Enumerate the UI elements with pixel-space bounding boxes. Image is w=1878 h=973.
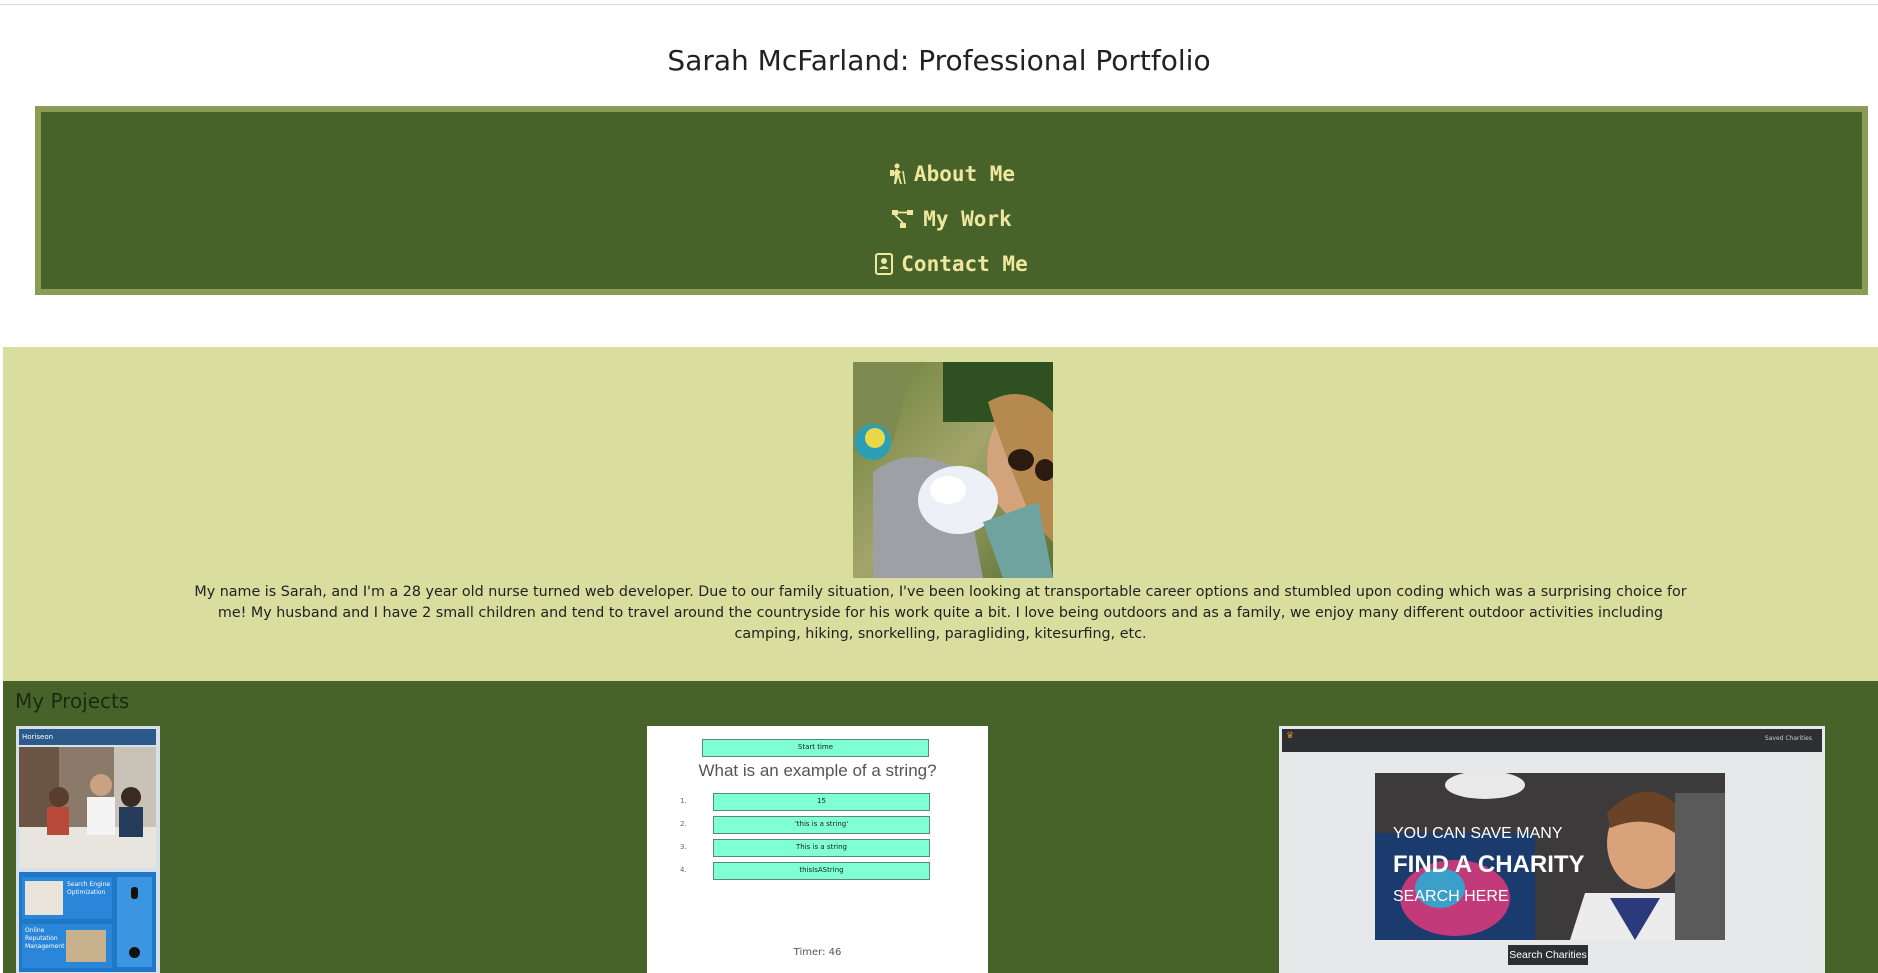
seo-heading: Search Engine Optimization (67, 881, 111, 896)
nav-my-work[interactable]: My Work (41, 207, 1862, 235)
project-card-charity[interactable]: ♛ Saved Charities YOU CAN SAVE MANY FIND… (1279, 726, 1825, 973)
quiz-answer-1[interactable]: 15 (713, 793, 930, 811)
sidebar-icon-1 (131, 887, 138, 899)
horiseon-content: Search Engine Optimization Online Reputa… (19, 872, 156, 972)
charity-hero-headline: FIND A CHARITY (1393, 851, 1585, 878)
horiseon-sidebar (117, 877, 152, 967)
sitemap-icon (891, 208, 915, 235)
charity-navbar: ♛ Saved Charities (1282, 729, 1822, 752)
bio-text: My name is Sarah, and I'm a 28 year old … (194, 584, 1687, 642)
quiz-number-3: 3. (680, 843, 687, 851)
quiz-question: What is an example of a string? (698, 761, 937, 780)
quiz-start-button[interactable]: Start time (702, 739, 929, 757)
saved-charities-link[interactable]: Saved Charities (1765, 735, 1812, 742)
main-nav: About Me My Work Contact Me (35, 106, 1868, 295)
charity-hero-line3: SEARCH HERE (1393, 888, 1509, 905)
quiz-number-4: 4. (680, 866, 687, 874)
nav-about-me-label: About Me (913, 162, 1016, 186)
quiz-number-2: 2. (680, 820, 687, 828)
seo-thumbnail (25, 881, 63, 915)
search-charities-button[interactable]: Search Charities (1508, 945, 1588, 965)
projects-heading: My Projects (15, 689, 130, 713)
horiseon-brand: Horiseon (19, 729, 156, 745)
profile-photo (853, 362, 1053, 578)
quiz-timer: Timer: 46 (793, 947, 842, 958)
nav-contact-me-label: Contact Me (901, 252, 1028, 276)
hiking-icon (888, 163, 906, 190)
orm-thumbnail (66, 930, 106, 962)
about-section: My name is Sarah, and I'm a 28 year old … (3, 347, 1878, 681)
nav-contact-me[interactable]: Contact Me (41, 252, 1862, 280)
horiseon-section-orm: Online Reputation Management (22, 924, 112, 968)
charity-logo-icon: ♛ (1286, 731, 1295, 741)
nav-my-work-label: My Work (923, 207, 1012, 231)
quiz-answer-2[interactable]: 'this is a string' (713, 816, 930, 834)
address-book-icon (875, 253, 894, 280)
horiseon-hero-image (19, 747, 156, 868)
charity-hero-line1: YOU CAN SAVE MANY (1393, 825, 1563, 842)
orm-heading: Online Reputation Management (25, 927, 65, 950)
quiz-number-1: 1. (680, 797, 687, 805)
horiseon-section-seo: Search Engine Optimization (22, 877, 112, 919)
quiz-answer-3[interactable]: This is a string (713, 839, 930, 857)
top-divider (0, 4, 1878, 5)
project-card-quiz[interactable]: Start time What is an example of a strin… (647, 726, 988, 973)
project-card-horiseon[interactable]: Horiseon Search Engine Optimization Onli… (16, 726, 160, 973)
page-title: Sarah McFarland: Professional Portfolio (667, 44, 1211, 77)
charity-hero: YOU CAN SAVE MANY FIND A CHARITY SEARCH … (1375, 773, 1725, 940)
projects-section: My Projects Horiseon Search Engine Optim… (3, 681, 1878, 973)
quiz-answer-4[interactable]: thisIsAString (713, 862, 930, 880)
nav-about-me[interactable]: About Me (41, 162, 1862, 190)
sidebar-icon-2 (129, 947, 140, 958)
